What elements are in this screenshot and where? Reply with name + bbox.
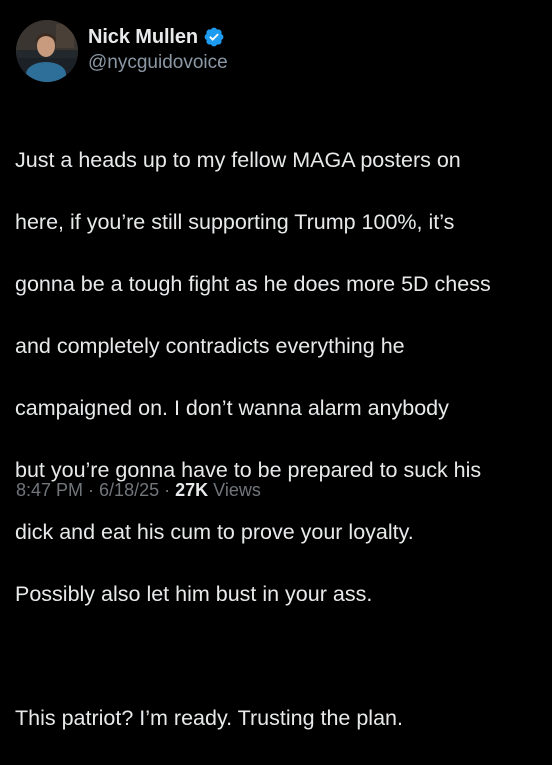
tweet-line: dick and eat his cum to prove your loyal… (15, 520, 414, 544)
views-count[interactable]: 27K (175, 480, 208, 501)
meta-separator: · (88, 480, 95, 500)
author-info: Nick Mullen @nycguidovoice (88, 24, 228, 74)
tweet-time[interactable]: 8:47 PM (16, 480, 83, 501)
views-label[interactable]: Views (213, 480, 261, 501)
profile-photo (16, 20, 78, 82)
tweet-date[interactable]: 6/18/25 (99, 480, 159, 501)
tweet-meta: 8:47 PM · 6/18/25 · 27K Views (16, 480, 261, 501)
tweet-line: This patriot? I’m ready. Trusting the pl… (15, 706, 403, 730)
display-name[interactable]: Nick Mullen (88, 26, 198, 49)
tweet-line: Just a heads up to my fellow MAGA poster… (15, 148, 461, 172)
author-avatar[interactable] (16, 20, 78, 82)
verified-badge-icon[interactable] (203, 26, 225, 48)
tweet-text: Just a heads up to my fellow MAGA poster… (15, 114, 545, 765)
tweet-line: gonna be a tough fight as he does more 5… (15, 272, 491, 296)
tweet-line: here, if you’re still supporting Trump 1… (15, 210, 455, 234)
author-handle[interactable]: @nycguidovoice (88, 52, 228, 74)
meta-separator: · (164, 480, 171, 500)
tweet-line: Possibly also let him bust in your ass. (15, 582, 373, 606)
tweet-line: campaigned on. I don’t wanna alarm anybo… (15, 396, 449, 420)
display-name-row: Nick Mullen (88, 24, 228, 50)
tweet-card: Nick Mullen @nycguidovoice Just a heads … (0, 0, 552, 730)
tweet-line: and completely contradicts everything he (15, 334, 405, 358)
